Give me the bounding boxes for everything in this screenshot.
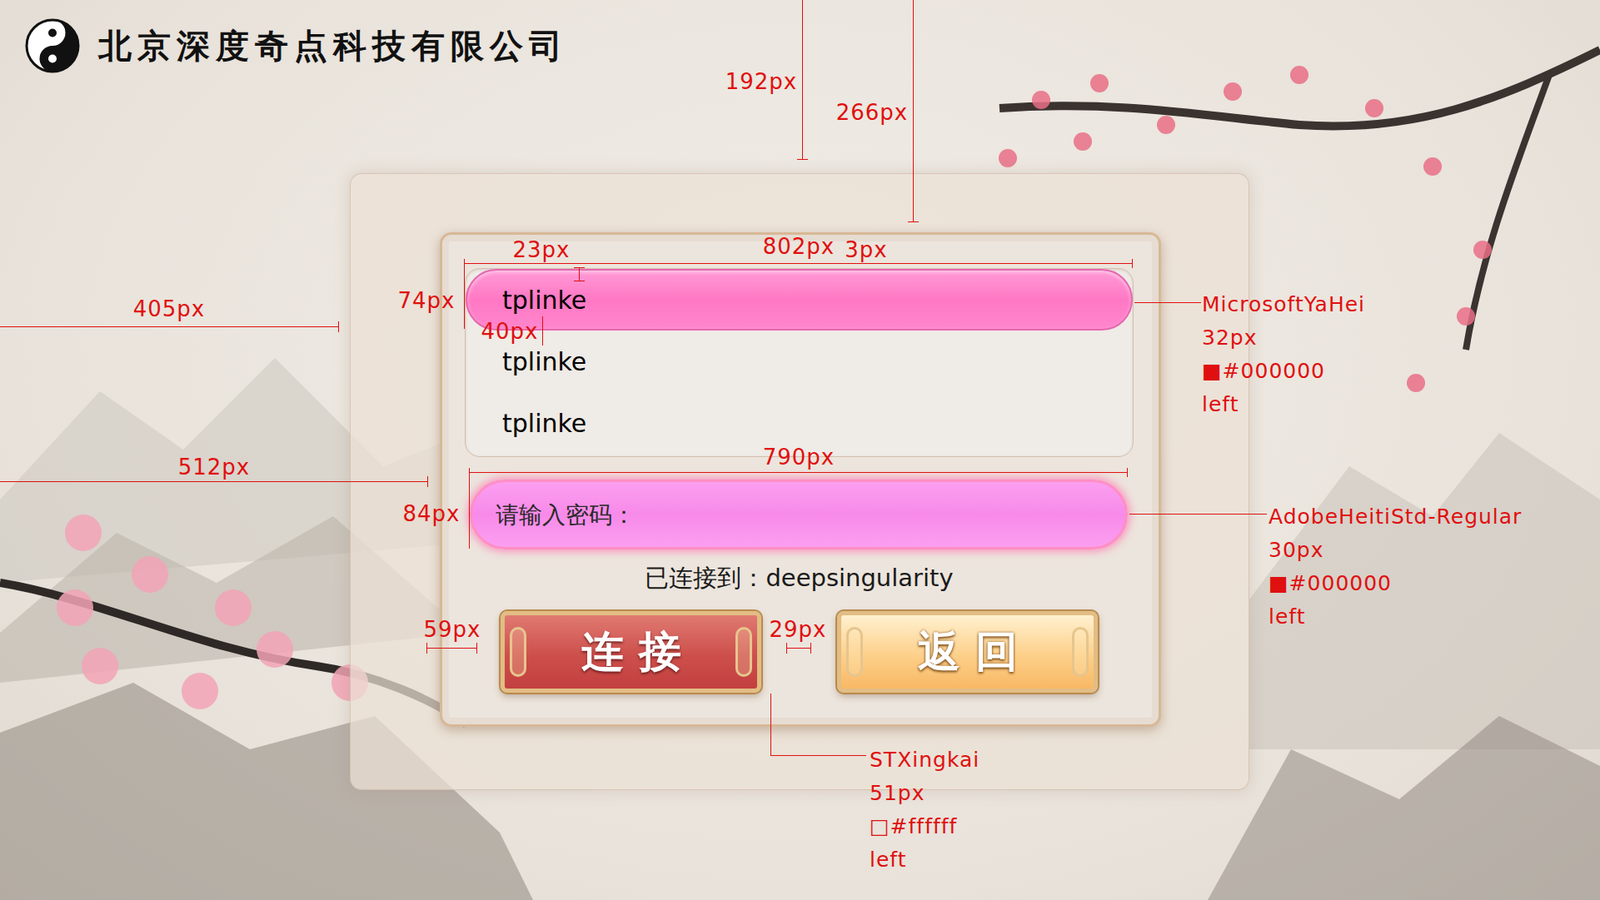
scroll-ornament-icon (509, 627, 527, 678)
wifi-item[interactable]: tplinke (465, 269, 1133, 331)
outer-panel: tplinketplinketplinke已连接到：deepsingularit… (349, 173, 1250, 791)
header: 北京深度奇点科技有限公司 (0, 0, 1600, 92)
connect-button[interactable]: 连接 (500, 611, 762, 693)
measure-line (802, 0, 803, 160)
measure-line (797, 159, 808, 160)
wifi-panel: tplinketplinketplinke已连接到：deepsingularit… (439, 232, 1162, 728)
font-spec-line: left (869, 843, 980, 878)
button-row: 连接返回 (464, 611, 1134, 693)
scroll-ornament-icon (846, 627, 863, 678)
taiji-logo-icon (24, 18, 80, 74)
measure-line (338, 321, 339, 333)
dimension-label: 512px (178, 454, 251, 480)
measure-line (0, 326, 339, 328)
dimension-label: 405px (133, 296, 206, 322)
connection-status: 已连接到：deepsingularity (464, 561, 1134, 595)
dimension-label: 266px (836, 99, 909, 125)
font-spec-line: AdobeHeitiStd-Regular (1268, 500, 1522, 534)
font-spec: AdobeHeitiStd-Regular30px■#000000left (1268, 500, 1522, 634)
back-button[interactable]: 返回 (837, 611, 1098, 693)
scroll-ornament-icon (1071, 627, 1089, 678)
password-field[interactable] (469, 479, 1128, 550)
wifi-list: tplinketplinketplinke (464, 268, 1134, 458)
font-spec-line: ■#000000 (1268, 567, 1522, 601)
stage: tplinketplinketplinke已连接到：deepsingularit… (0, 91, 1600, 791)
font-spec-line: 30px (1268, 533, 1522, 568)
company-name: 北京深度奇点科技有限公司 (98, 23, 569, 70)
wifi-item[interactable]: tplinke (465, 392, 1133, 454)
wifi-item[interactable]: tplinke (465, 330, 1133, 393)
login-screen: 北京深度奇点科技有限公司tplinketplinketplinke已连接到：de… (0, 0, 1600, 900)
scroll-ornament-icon (735, 627, 753, 678)
font-spec-line: left (1268, 600, 1522, 634)
dimension-label: 192px (725, 69, 798, 95)
font-spec-line: □#ffffff (869, 810, 980, 844)
